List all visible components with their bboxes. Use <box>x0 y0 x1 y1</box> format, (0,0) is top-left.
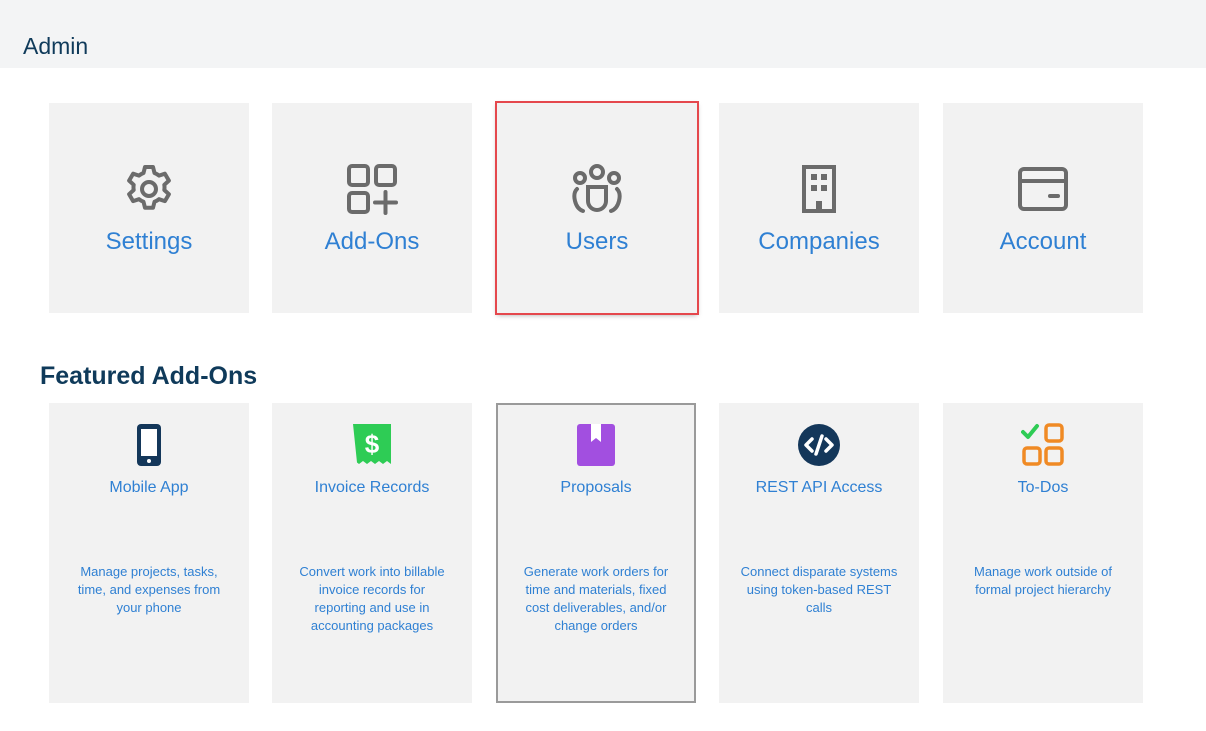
invoice-records-label: Invoice Records <box>314 479 430 496</box>
to-dos-description: Manage work outside of formal project hi… <box>973 564 1113 597</box>
rest-api-access-tile[interactable]: REST API Access Connect disparate system… <box>719 403 919 703</box>
companies-tile[interactable]: Companies <box>719 103 919 313</box>
bookmark-book-icon <box>577 424 615 466</box>
users-tile[interactable]: Users <box>495 101 699 315</box>
proposals-tile[interactable]: Proposals Generate work orders for time … <box>496 403 696 703</box>
to-dos-tile[interactable]: To-Dos Manage work outside of formal pro… <box>943 403 1143 703</box>
proposals-label: Proposals <box>560 479 632 496</box>
rest-api-access-label: REST API Access <box>755 479 883 496</box>
users-group-icon <box>572 164 622 213</box>
mobile-app-label: Mobile App <box>109 479 189 496</box>
account-label: Account <box>999 228 1087 255</box>
add-ons-label: Add-Ons <box>324 228 420 255</box>
header-band <box>0 0 1206 68</box>
rest-api-access-description: Connect disparate systems using token-ba… <box>740 564 898 615</box>
page-title: Admin <box>23 33 89 59</box>
invoice-records-tile[interactable]: $ Invoice Records Convert work into bill… <box>272 403 472 703</box>
add-ons-grid-icon <box>347 164 398 215</box>
mobile-app-description: Manage projects, tasks, time, and expens… <box>77 564 221 615</box>
add-ons-tile[interactable]: Add-Ons <box>272 103 472 313</box>
account-tile[interactable]: Account <box>943 103 1143 313</box>
mobile-app-tile[interactable]: Mobile App Manage projects, tasks, time,… <box>49 403 249 703</box>
settings-tile[interactable]: Settings <box>49 103 249 313</box>
mobile-phone-icon <box>137 424 161 466</box>
featured-add-ons-title: Featured Add-Ons <box>40 362 258 390</box>
credit-card-icon <box>1018 167 1068 211</box>
todo-checklist-icon <box>1021 423 1064 466</box>
settings-label: Settings <box>105 228 193 255</box>
gear-icon <box>127 165 171 210</box>
invoice-records-description: Convert work into billable invoice recor… <box>299 564 445 633</box>
users-label: Users <box>565 228 629 255</box>
proposals-description: Generate work orders for time and materi… <box>523 564 669 633</box>
companies-label: Companies <box>758 228 880 255</box>
code-brackets-icon <box>798 424 840 466</box>
to-dos-label: To-Dos <box>1017 479 1069 496</box>
invoice-dollar-icon: $ <box>353 424 391 464</box>
svg-text:$: $ <box>365 429 380 459</box>
building-icon <box>802 165 836 213</box>
